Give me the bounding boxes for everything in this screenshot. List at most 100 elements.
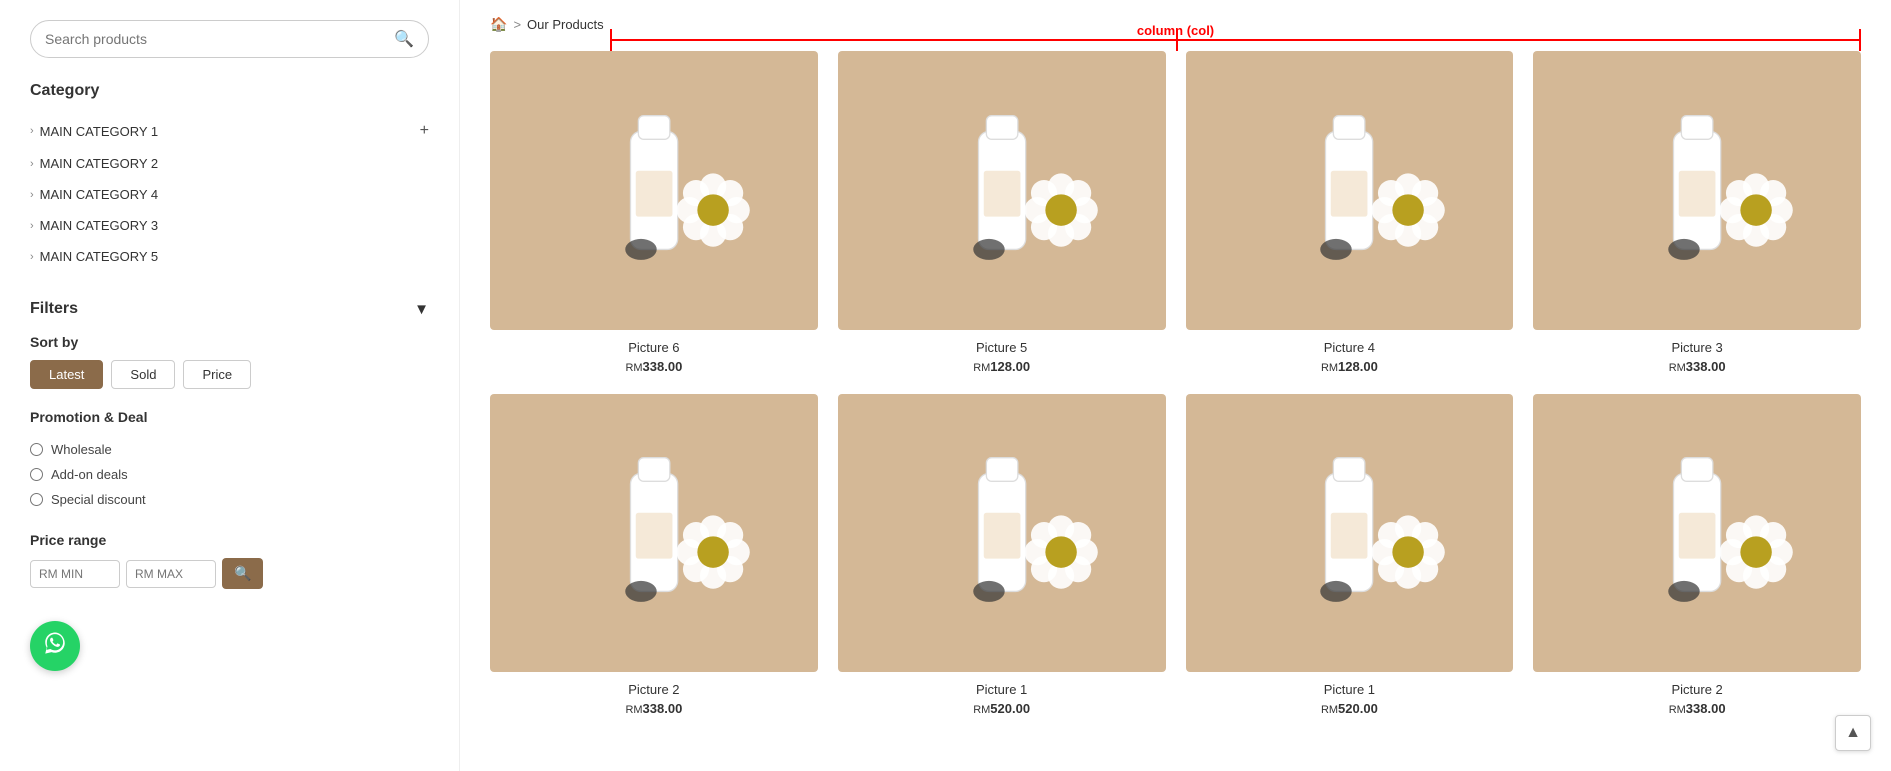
product-card[interactable]: Picture 6 RM338.00 bbox=[490, 51, 818, 374]
category-item-left: › MAIN CATEGORY 3 bbox=[30, 218, 158, 233]
breadcrumb-separator: > bbox=[513, 17, 521, 32]
filters-section: Filters ▼ Sort by Latest Sold Price Promot… bbox=[30, 300, 429, 589]
chevron-right-icon: › bbox=[30, 220, 34, 232]
product-image bbox=[1186, 394, 1514, 673]
price-currency: RM bbox=[973, 704, 990, 716]
sort-by-label: Sort by bbox=[30, 334, 429, 350]
filter-icon: ▼ bbox=[414, 301, 429, 318]
price-min-input[interactable] bbox=[30, 560, 120, 588]
search-button[interactable]: 🔍 bbox=[394, 29, 414, 49]
price-max-input[interactable] bbox=[126, 560, 216, 588]
product-image bbox=[490, 394, 818, 673]
category-item[interactable]: › MAIN CATEGORY 2 bbox=[30, 148, 429, 179]
chevron-right-icon: › bbox=[30, 251, 34, 263]
product-price: RM520.00 bbox=[1186, 701, 1514, 716]
category-item-left: › MAIN CATEGORY 1 bbox=[30, 124, 158, 139]
category-title: Category bbox=[30, 82, 429, 100]
promo-radio[interactable] bbox=[30, 468, 43, 481]
sort-button-price[interactable]: Price bbox=[183, 360, 251, 389]
chevron-right-icon: › bbox=[30, 125, 34, 137]
price-amount: 520.00 bbox=[1338, 701, 1378, 716]
price-range-inputs: 🔍 bbox=[30, 558, 429, 589]
price-amount: 338.00 bbox=[1686, 701, 1726, 716]
category-item-label: MAIN CATEGORY 4 bbox=[40, 187, 158, 202]
product-name: Picture 2 bbox=[490, 682, 818, 697]
product-card[interactable]: Picture 3 RM338.00 bbox=[1533, 51, 1861, 374]
sort-buttons: Latest Sold Price bbox=[30, 360, 429, 389]
filters-header: Filters ▼ bbox=[30, 300, 429, 318]
product-price: RM338.00 bbox=[490, 701, 818, 716]
scroll-top-icon: ▲ bbox=[1845, 724, 1861, 742]
price-amount: 520.00 bbox=[990, 701, 1030, 716]
category-list: › MAIN CATEGORY 1 + › MAIN CATEGORY 2 › … bbox=[30, 114, 429, 272]
sort-button-sold[interactable]: Sold bbox=[111, 360, 175, 389]
product-card[interactable]: Picture 2 RM338.00 bbox=[490, 394, 818, 717]
category-item[interactable]: › MAIN CATEGORY 5 bbox=[30, 241, 429, 272]
category-item-left: › MAIN CATEGORY 4 bbox=[30, 187, 158, 202]
promo-option: Special discount bbox=[30, 487, 429, 512]
product-card[interactable]: Picture 2 RM338.00 bbox=[1533, 394, 1861, 717]
price-currency: RM bbox=[1321, 704, 1338, 716]
breadcrumb-home-icon[interactable]: 🏠 bbox=[490, 16, 507, 33]
category-item[interactable]: › MAIN CATEGORY 1 + bbox=[30, 114, 429, 148]
product-price: RM520.00 bbox=[838, 701, 1166, 716]
price-search-button[interactable]: 🔍 bbox=[222, 558, 263, 589]
product-name: Picture 2 bbox=[1533, 682, 1861, 697]
category-item-label: MAIN CATEGORY 1 bbox=[40, 124, 158, 139]
product-price: RM128.00 bbox=[1186, 359, 1514, 374]
category-item-label: MAIN CATEGORY 3 bbox=[40, 218, 158, 233]
product-name: Picture 1 bbox=[1186, 682, 1514, 697]
product-name: Picture 5 bbox=[838, 340, 1166, 355]
category-item-label: MAIN CATEGORY 5 bbox=[40, 249, 158, 264]
product-image bbox=[838, 51, 1166, 330]
whatsapp-icon bbox=[42, 630, 68, 663]
product-image bbox=[1186, 51, 1514, 330]
category-item-left: › MAIN CATEGORY 2 bbox=[30, 156, 158, 171]
category-section: Category › MAIN CATEGORY 1 + › MAIN CATE… bbox=[30, 82, 429, 272]
promo-option-label: Wholesale bbox=[51, 442, 112, 457]
price-currency: RM bbox=[1669, 362, 1686, 374]
promo-label: Promotion & Deal bbox=[30, 409, 429, 425]
product-card[interactable]: Picture 1 RM520.00 bbox=[838, 394, 1166, 717]
product-price: RM338.00 bbox=[1533, 359, 1861, 374]
sort-button-latest[interactable]: Latest bbox=[30, 360, 103, 389]
product-price: RM128.00 bbox=[838, 359, 1166, 374]
whatsapp-button[interactable] bbox=[30, 621, 80, 671]
breadcrumb-current: Our Products bbox=[527, 17, 604, 32]
promo-radio[interactable] bbox=[30, 443, 43, 456]
promo-option: Wholesale bbox=[30, 437, 429, 462]
product-card[interactable]: Picture 1 RM520.00 bbox=[1186, 394, 1514, 717]
chevron-right-icon: › bbox=[30, 189, 34, 201]
search-input[interactable] bbox=[45, 31, 394, 47]
price-range-label: Price range bbox=[30, 532, 429, 548]
plus-icon[interactable]: + bbox=[420, 122, 429, 140]
product-card[interactable]: Picture 4 RM128.00 bbox=[1186, 51, 1514, 374]
price-amount: 338.00 bbox=[643, 701, 683, 716]
product-image bbox=[1533, 394, 1861, 673]
category-item-left: › MAIN CATEGORY 5 bbox=[30, 249, 158, 264]
breadcrumb: 🏠 > Our Products bbox=[490, 16, 1861, 33]
price-amount: 338.00 bbox=[643, 359, 683, 374]
chevron-right-icon: › bbox=[30, 158, 34, 170]
product-card[interactable]: Picture 5 RM128.00 bbox=[838, 51, 1166, 374]
search-bar: 🔍 bbox=[30, 20, 429, 58]
price-currency: RM bbox=[625, 704, 642, 716]
product-price: RM338.00 bbox=[490, 359, 818, 374]
product-image bbox=[838, 394, 1166, 673]
promo-radio[interactable] bbox=[30, 493, 43, 506]
col-line-top bbox=[610, 39, 1861, 41]
promo-option-label: Add-on deals bbox=[51, 467, 128, 482]
category-item[interactable]: › MAIN CATEGORY 4 bbox=[30, 179, 429, 210]
category-item[interactable]: › MAIN CATEGORY 3 bbox=[30, 210, 429, 241]
scroll-to-top-button[interactable]: ▲ bbox=[1835, 715, 1871, 751]
filters-title: Filters bbox=[30, 300, 78, 318]
price-amount: 338.00 bbox=[1686, 359, 1726, 374]
main-content: 🏠 > Our Products column (col) bbox=[460, 0, 1891, 771]
products-grid: Picture 6 RM338.00 Picture 5 bbox=[490, 51, 1861, 716]
price-amount: 128.00 bbox=[990, 359, 1030, 374]
promo-options: Wholesale Add-on deals Special discount bbox=[30, 437, 429, 512]
product-name: Picture 3 bbox=[1533, 340, 1861, 355]
price-currency: RM bbox=[1669, 704, 1686, 716]
price-currency: RM bbox=[625, 362, 642, 374]
product-image bbox=[1533, 51, 1861, 330]
